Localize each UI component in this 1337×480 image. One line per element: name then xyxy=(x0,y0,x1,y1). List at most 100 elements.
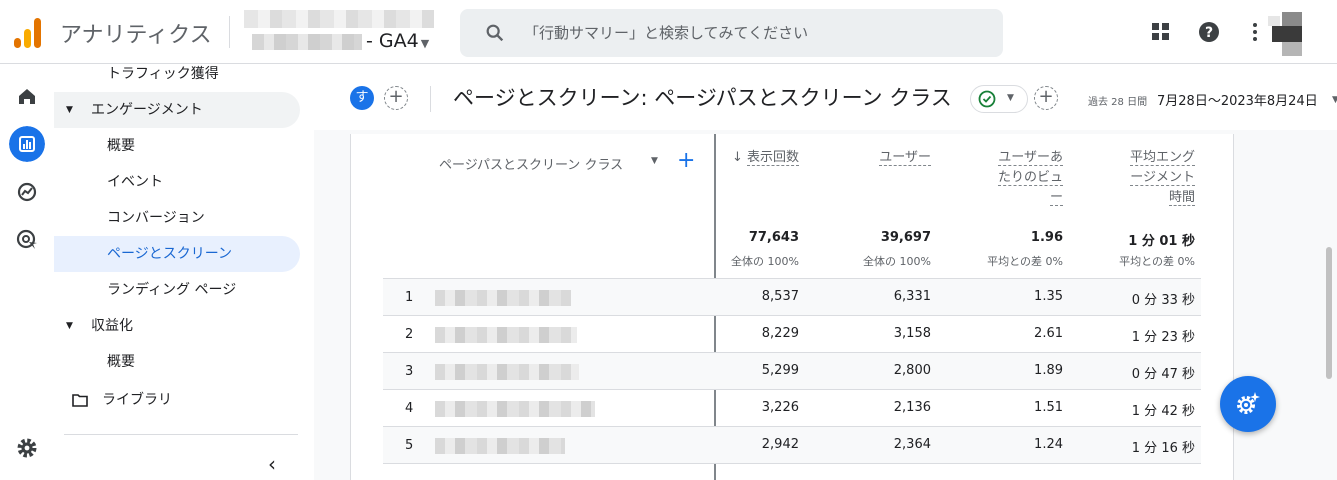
table-row[interactable]: 3 5,299 2,800 1.89 0 分 47 秒 xyxy=(383,352,1201,389)
app-title: アナリティクス xyxy=(60,23,212,48)
settings-gear-icon[interactable] xyxy=(9,430,45,466)
sidebar-item-library[interactable]: ライブラリ xyxy=(54,382,300,418)
table-row[interactable]: 4 3,226 2,136 1.51 1 分 42 秒 xyxy=(383,389,1201,426)
home-icon[interactable] xyxy=(9,78,45,114)
metric-header-label: ユーザー xyxy=(879,150,931,166)
table-row xyxy=(383,463,1201,480)
cell-avg-time: 0 分 33 秒 xyxy=(1131,293,1195,308)
comparison-chip[interactable]: す xyxy=(350,86,374,110)
chevron-down-icon[interactable]: ▼ xyxy=(1332,95,1337,105)
cell-views-per-user: 2.61 xyxy=(1034,326,1063,341)
sidebar-item-label: エンゲージメント xyxy=(91,102,203,118)
explore-icon[interactable] xyxy=(9,174,45,210)
metric-header-views[interactable]: ↓ 表示回数 xyxy=(723,148,799,168)
header-divider xyxy=(430,86,431,112)
apps-grid-icon[interactable] xyxy=(1149,20,1173,44)
table-row[interactable]: 2 8,229 3,158 2.61 1 分 23 秒 xyxy=(383,315,1201,352)
folder-icon xyxy=(72,394,88,407)
reports-icon[interactable] xyxy=(9,126,45,162)
cell-views-per-user: 1.24 xyxy=(1034,437,1063,452)
metric-header-avg-engagement-time[interactable]: 平均エング ージメント 時間 xyxy=(1095,148,1195,208)
sidebar-item-label: ライブラリ xyxy=(102,392,172,408)
cell-views: 3,226 xyxy=(761,400,799,415)
search-icon xyxy=(486,24,504,42)
sidebar-item-label: 概要 xyxy=(107,354,135,370)
total-views: 77,643 xyxy=(748,230,799,245)
insights-button[interactable] xyxy=(1220,376,1276,432)
sidebar-item-label: イベント xyxy=(107,174,163,190)
table-row[interactable]: 5 2,942 2,364 1.24 1 分 16 秒 xyxy=(383,426,1201,463)
cell-views: 8,537 xyxy=(761,289,799,304)
sidebar-item-pages-screens[interactable]: ページとスクリーン xyxy=(54,236,300,272)
metric-header-line: ージメント xyxy=(1130,170,1195,186)
chevron-down-icon: ▼ xyxy=(420,37,430,50)
row-index: 4 xyxy=(405,401,414,416)
total-views-sub: 全体の 100% xyxy=(731,255,799,268)
metric-header-users[interactable]: ユーザー xyxy=(851,148,931,168)
report-status-chip[interactable]: ▼ xyxy=(970,85,1028,113)
sidebar-divider xyxy=(64,434,298,435)
caret-down-icon: ▼ xyxy=(66,105,73,115)
add-dimension-icon[interactable]: + xyxy=(677,148,695,173)
analytics-logo-icon[interactable] xyxy=(14,18,42,48)
cell-avg-time: 1 分 16 秒 xyxy=(1131,441,1195,456)
sort-arrow-down-icon: ↓ xyxy=(731,150,743,165)
property-name-redacted[interactable] xyxy=(252,34,362,50)
collapse-sidebar-icon[interactable]: ‹ xyxy=(268,452,276,476)
page-path-redacted[interactable] xyxy=(435,290,571,306)
sidebar-item-monetization-overview[interactable]: 概要 xyxy=(54,344,300,380)
total-users: 39,697 xyxy=(880,230,931,245)
row-index: 5 xyxy=(405,438,414,453)
advertising-icon[interactable] xyxy=(9,222,45,258)
sidebar-item-label: ページとスクリーン xyxy=(107,246,233,262)
metric-header-label: 表示回数 xyxy=(746,150,799,166)
property-selector[interactable]: - GA4 ▼ xyxy=(366,30,429,52)
sidebar-item-label: 収益化 xyxy=(91,318,133,334)
date-range-selector[interactable]: 7月28日～2023年8月24日 xyxy=(1157,90,1318,109)
dimension-header[interactable]: ページパスとスクリーン クラス xyxy=(439,154,623,173)
sidebar-section-monetization[interactable]: ▼ 収益化 xyxy=(54,308,300,344)
sidebar-section-engagement[interactable]: ▼ エンゲージメント xyxy=(54,92,300,128)
table-row[interactable]: 1 8,537 6,331 1.35 0 分 33 秒 xyxy=(383,278,1201,315)
chevron-down-icon: ▼ xyxy=(1007,93,1014,103)
report-table: ページパスとスクリーン クラス ▼ + ↓ 表示回数 ユーザー ユーザーあ たり… xyxy=(350,134,1234,480)
cell-users: 2,800 xyxy=(893,363,931,378)
cell-users: 3,158 xyxy=(893,326,931,341)
row-index: 2 xyxy=(405,327,414,342)
cell-avg-time: 1 分 23 秒 xyxy=(1131,330,1195,345)
page-path-redacted[interactable] xyxy=(435,364,579,380)
page-path-redacted[interactable] xyxy=(435,401,595,417)
left-rail xyxy=(0,64,54,480)
cell-views-per-user: 1.35 xyxy=(1034,289,1063,304)
cell-views: 2,942 xyxy=(761,437,799,452)
cell-views: 5,299 xyxy=(761,363,799,378)
total-avg-time-sub: 平均との差 0% xyxy=(1119,255,1195,268)
report-main: す + ページとスクリーン: ページパスとスクリーン クラス ▼ + 過去 28… xyxy=(314,64,1337,480)
search-bar[interactable]: 「行動サマリー」と検索してみてください xyxy=(460,9,1003,57)
sidebar-item-events[interactable]: イベント xyxy=(54,164,300,200)
add-comparison-icon[interactable]: + xyxy=(384,86,408,110)
check-circle-icon xyxy=(978,90,996,108)
report-header: す + ページとスクリーン: ページパスとスクリーン クラス ▼ + 過去 28… xyxy=(314,64,1337,130)
sidebar-item-label: トラフィック獲得 xyxy=(107,66,219,82)
page-path-redacted[interactable] xyxy=(435,327,577,343)
reports-sidebar: トラフィック獲得 ▼ エンゲージメント 概要 イベント コンバージョン ページと… xyxy=(54,64,314,480)
sidebar-item-conversions[interactable]: コンバージョン xyxy=(54,200,300,236)
add-filter-icon[interactable]: + xyxy=(1034,86,1058,110)
help-icon[interactable]: ? xyxy=(1197,20,1221,44)
account-avatar[interactable] xyxy=(1264,12,1310,56)
vertical-scrollbar[interactable] xyxy=(1326,247,1332,379)
metric-header-views-per-user[interactable]: ユーザーあ たりのビュ ー xyxy=(963,148,1063,208)
sidebar-item-traffic-acquisition[interactable]: トラフィック獲得 xyxy=(54,56,300,92)
row-index: 3 xyxy=(405,364,414,379)
page-path-redacted[interactable] xyxy=(435,438,565,454)
sidebar-item-label: ランディング ページ xyxy=(107,282,237,298)
metric-header-line: 時間 xyxy=(1168,190,1195,206)
metric-header-line: ー xyxy=(1049,190,1063,206)
account-name-redacted[interactable] xyxy=(244,10,434,28)
sidebar-item-overview[interactable]: 概要 xyxy=(54,128,300,164)
metric-header-line: ユーザーあ xyxy=(998,150,1063,166)
cell-users: 2,136 xyxy=(893,400,931,415)
chevron-down-icon[interactable]: ▼ xyxy=(651,156,658,166)
sidebar-item-landing-page[interactable]: ランディング ページ xyxy=(54,272,300,308)
